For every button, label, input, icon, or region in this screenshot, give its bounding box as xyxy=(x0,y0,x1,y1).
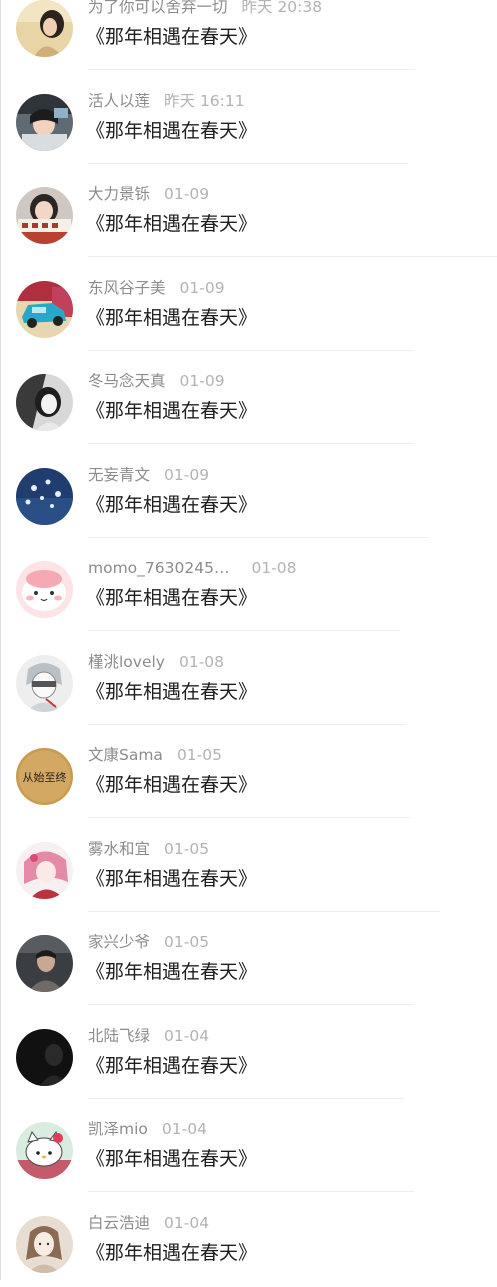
comment-item[interactable]: 白云浩迪 01-04 《那年相遇在春天》 xyxy=(0,1194,497,1287)
photo-avatar-icon xyxy=(16,94,73,151)
comment-text: 《那年相遇在春天》 xyxy=(86,1144,257,1174)
divider xyxy=(88,1004,414,1005)
text-badge-icon: 从始至终 xyxy=(16,748,73,805)
username[interactable]: 白云浩迪 xyxy=(88,1214,150,1232)
timestamp: 01-04 xyxy=(164,1027,209,1045)
comment-item[interactable]: 家兴少爷 01-05 《那年相遇在春天》 xyxy=(0,913,497,1007)
comment-text: 《那年相遇在春天》 xyxy=(86,490,257,520)
comment-text: 《那年相遇在春天》 xyxy=(86,116,257,146)
comment-item[interactable]: 雾水和宜 01-05 《那年相遇在春天》 xyxy=(0,820,497,914)
username[interactable]: 大力景铄 xyxy=(88,185,150,203)
divider xyxy=(88,817,410,818)
comment-text: 《那年相遇在春天》 xyxy=(86,303,257,333)
comment-text: 《那年相遇在春天》 xyxy=(86,22,257,52)
avatar-text: 从始至终 xyxy=(23,770,67,784)
girl-photo-icon xyxy=(16,0,73,57)
comment-item[interactable]: 东风谷子美 01-09 《那年相遇在春天》 xyxy=(0,259,497,353)
avatar[interactable] xyxy=(16,842,73,899)
username[interactable]: 北陆飞绿 xyxy=(88,1027,150,1045)
username[interactable]: 文康Sama xyxy=(88,746,163,764)
avatar[interactable] xyxy=(16,935,73,992)
comment-text: 《那年相遇在春天》 xyxy=(86,1238,257,1268)
avatar[interactable] xyxy=(16,187,73,244)
avatar[interactable] xyxy=(16,655,73,712)
divider xyxy=(88,350,414,351)
avatar[interactable] xyxy=(16,0,73,57)
drawn-girl-icon xyxy=(16,1216,73,1273)
divider xyxy=(88,724,406,725)
divider xyxy=(88,630,400,631)
divider xyxy=(88,256,497,257)
avatar[interactable] xyxy=(16,1122,73,1179)
avatar[interactable] xyxy=(16,468,73,525)
timestamp: 01-05 xyxy=(177,746,222,764)
avatar[interactable] xyxy=(16,1029,73,1086)
comment-item[interactable]: 为了你可以舍弃一切昨天 20:38 《那年相遇在春天》 xyxy=(0,0,497,72)
comment-text: 《那年相遇在春天》 xyxy=(86,1051,257,1081)
comment-item[interactable]: momo_7630245… 01-08 《那年相遇在春天》 xyxy=(0,539,497,633)
comment-list: 为了你可以舍弃一切昨天 20:38 《那年相遇在春天》 活人以莲昨天 16:11… xyxy=(0,0,497,1287)
divider xyxy=(88,1191,414,1192)
username[interactable]: 槿洮lovely xyxy=(88,653,165,671)
dark-silhouette-icon xyxy=(16,1029,73,1086)
avatar[interactable] xyxy=(16,94,73,151)
timestamp: 01-08 xyxy=(179,653,224,671)
sketch-character-icon xyxy=(16,655,73,712)
divider xyxy=(88,443,414,444)
comment-text: 《那年相遇在春天》 xyxy=(86,770,257,800)
username[interactable]: 雾水和宜 xyxy=(88,840,150,858)
divider xyxy=(88,163,408,164)
timestamp: 01-05 xyxy=(164,840,209,858)
comment-text: 《那年相遇在春天》 xyxy=(86,396,257,426)
timestamp: 01-09 xyxy=(180,372,225,390)
avatar[interactable]: 从始至终 xyxy=(16,748,73,805)
avatar[interactable] xyxy=(16,374,73,431)
comment-text: 《那年相遇在春天》 xyxy=(86,957,257,987)
comment-text: 《那年相遇在春天》 xyxy=(86,864,257,894)
timestamp: 01-09 xyxy=(180,279,225,297)
username[interactable]: 为了你可以舍弃一切 xyxy=(88,0,228,16)
avatar[interactable] xyxy=(16,1216,73,1273)
comment-text: 《那年相遇在春天》 xyxy=(86,677,257,707)
timestamp: 昨天 20:38 xyxy=(242,0,323,16)
divider xyxy=(88,537,429,538)
timestamp: 01-08 xyxy=(251,559,296,577)
timestamp: 01-09 xyxy=(164,466,209,484)
comment-item[interactable]: 无妄青文 01-09 《那年相遇在春天》 xyxy=(0,446,497,540)
timestamp: 01-05 xyxy=(164,933,209,951)
comment-item[interactable]: 槿洮lovely 01-08 《那年相遇在春天》 xyxy=(0,633,497,727)
comment-text: 《那年相遇在春天》 xyxy=(86,583,257,613)
blue-car-icon xyxy=(16,281,73,338)
dark-portrait-icon xyxy=(16,935,73,992)
divider xyxy=(88,69,415,70)
timestamp: 01-09 xyxy=(164,185,209,203)
username[interactable]: 家兴少爷 xyxy=(88,933,150,951)
comment-item[interactable]: 活人以莲昨天 16:11 《那年相遇在春天》 xyxy=(0,72,497,166)
comment-item[interactable]: 冬马念天真 01-09 《那年相遇在春天》 xyxy=(0,352,497,446)
username[interactable]: 东风谷子美 xyxy=(88,279,166,297)
username[interactable]: 无妄青文 xyxy=(88,466,150,484)
comment-item[interactable]: 北陆飞绿 01-04 《那年相遇在春天》 xyxy=(0,1007,497,1101)
grayscale-girl-icon xyxy=(16,374,73,431)
blue-butterflies-icon xyxy=(16,468,73,525)
username[interactable]: momo_7630245… xyxy=(88,559,229,577)
pink-anime-icon xyxy=(16,842,73,899)
username[interactable]: 活人以莲 xyxy=(88,92,150,110)
username[interactable]: 冬马念天真 xyxy=(88,372,166,390)
timestamp: 昨天 16:11 xyxy=(164,92,245,110)
comment-item[interactable]: 大力景铄 01-09 《那年相遇在春天》 xyxy=(0,165,497,259)
avatar[interactable] xyxy=(16,281,73,338)
comment-item[interactable]: 从始至终 文康Sama 01-05 《那年相遇在春天》 xyxy=(0,726,497,820)
username[interactable]: 凯泽mio xyxy=(88,1120,148,1138)
divider xyxy=(88,911,440,912)
timestamp: 01-04 xyxy=(162,1120,207,1138)
comment-text: 《那年相遇在春天》 xyxy=(86,209,257,239)
avatar[interactable] xyxy=(16,561,73,618)
girl-with-sign-icon xyxy=(16,187,73,244)
pink-cartoon-icon xyxy=(16,561,73,618)
divider xyxy=(88,1098,404,1099)
timestamp: 01-04 xyxy=(164,1214,209,1232)
hello-kitty-icon xyxy=(16,1122,73,1179)
comment-item[interactable]: 凯泽mio 01-04 《那年相遇在春天》 xyxy=(0,1100,497,1194)
